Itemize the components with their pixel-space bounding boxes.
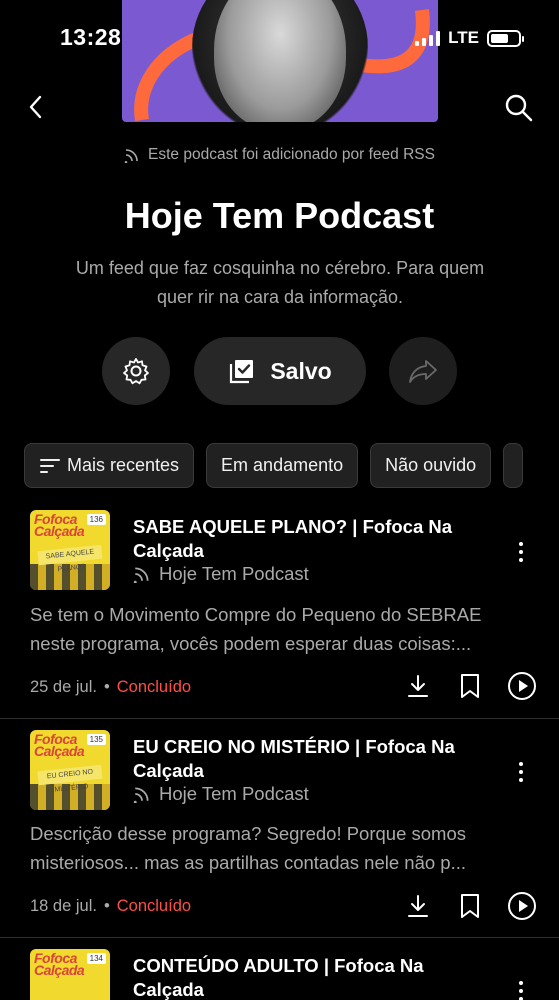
- filter-chip-recent[interactable]: Mais recentes: [24, 443, 195, 488]
- episode-channel: Hoje Tem Podcast: [133, 563, 309, 585]
- podcast-description: Um feed que faz cosquinha no cérebro. Pa…: [75, 258, 485, 307]
- rss-icon: [133, 787, 149, 803]
- episode-date: 25 de jul.: [30, 678, 97, 696]
- filter-chip-more[interactable]: [503, 443, 524, 488]
- episode-thumbnail: Fofoca Calçada 136 SABE AQUELE PLANO?: [30, 510, 110, 590]
- thumbnail-number: 134: [86, 953, 106, 964]
- settings-button[interactable]: [102, 337, 170, 405]
- filter-chip-label: Mais recentes: [67, 455, 180, 475]
- filter-chip-in-progress[interactable]: Em andamento: [206, 443, 359, 488]
- search-button[interactable]: [503, 92, 535, 124]
- rss-note-text: Este podcast foi adicionado por feed RSS: [148, 146, 435, 163]
- episode-thumbnail: Fofoca Calçada 135 EU CREIO NO MISTÉRIO: [30, 730, 110, 810]
- download-icon: [408, 675, 428, 697]
- filter-chip-label: Não ouvido: [385, 455, 477, 475]
- thumbnail-number: 135: [86, 734, 106, 745]
- save-button[interactable]: [455, 671, 485, 701]
- episode-title[interactable]: EU CREIO NO MISTÉRIO | Fofoca Na Calçada: [133, 735, 493, 783]
- download-button[interactable]: [403, 891, 433, 921]
- save-button[interactable]: [455, 891, 485, 921]
- episode-item[interactable]: Fofoca Calçada 136 SABE AQUELE PLANO? SA…: [0, 510, 559, 718]
- saved-label: Salvo: [270, 357, 332, 384]
- episode-thumbnail: Fofoca Calçada 134: [30, 949, 110, 1000]
- episode-channel: Hoje Tem Podcast: [133, 783, 309, 805]
- play-button[interactable]: [507, 891, 537, 921]
- episode-actions: [403, 671, 537, 701]
- download-button[interactable]: [403, 671, 433, 701]
- status-indicators: LTE: [415, 28, 524, 48]
- rss-icon: [124, 149, 138, 163]
- filter-chip-label: Em andamento: [221, 455, 344, 475]
- status-bar: 13:28 LTE: [0, 0, 559, 75]
- more-options-icon[interactable]: [511, 537, 531, 567]
- episode-actions: [403, 891, 537, 921]
- bookmark-icon: [461, 674, 479, 698]
- episode-filters: Mais recentes Em andamento Não ouvido: [24, 443, 524, 488]
- episode-description: Descrição desse programa? Segredo! Porqu…: [30, 823, 467, 873]
- episode-divider: [0, 718, 559, 719]
- play-circle-icon: [508, 672, 536, 700]
- signal-icon: [415, 30, 441, 46]
- episode-title[interactable]: CONTEÚDO ADULTO | Fofoca Na Calçada: [133, 954, 493, 1000]
- episode-item[interactable]: Fofoca Calçada 134 CONTEÚDO ADULTO | Fof…: [0, 949, 559, 1000]
- podcast-actions: Salvo: [0, 337, 559, 405]
- play-circle-icon: [508, 892, 536, 920]
- share-icon: [409, 360, 437, 383]
- download-icon: [408, 895, 428, 917]
- back-button[interactable]: [22, 92, 52, 122]
- network-label: LTE: [448, 28, 479, 47]
- episode-status: Concluído: [116, 678, 192, 696]
- sort-icon: [40, 458, 60, 473]
- episode-channel-name: Hoje Tem Podcast: [159, 563, 309, 584]
- status-time: 13:28: [60, 24, 122, 50]
- share-button[interactable]: [389, 337, 457, 405]
- thumbnail-caption: EU CREIO NO MISTÉRIO: [37, 764, 103, 794]
- episode-channel-name: Hoje Tem Podcast: [159, 783, 309, 804]
- filter-chip-unplayed[interactable]: Não ouvido: [370, 443, 492, 488]
- more-options-icon[interactable]: [511, 976, 531, 1000]
- episode-divider: [0, 937, 559, 938]
- episode-meta: 18 de jul. • Concluído: [30, 897, 191, 916]
- play-button[interactable]: [507, 671, 537, 701]
- episode-meta: 25 de jul. • Concluído: [30, 678, 191, 697]
- library-check-icon: [230, 360, 254, 384]
- episode-item[interactable]: Fofoca Calçada 135 EU CREIO NO MISTÉRIO …: [0, 730, 559, 938]
- search-icon: [505, 94, 533, 122]
- episode-description: Se tem o Movimento Compre do Pequeno do …: [30, 604, 482, 654]
- episode-date: 18 de jul.: [30, 897, 97, 915]
- more-options-icon[interactable]: [511, 757, 531, 787]
- episode-status: Concluído: [116, 897, 192, 915]
- battery-icon: [487, 29, 524, 47]
- thumbnail-caption: SABE AQUELE PLANO?: [37, 544, 103, 573]
- rss-feed-note: Este podcast foi adicionado por feed RSS: [0, 146, 559, 164]
- episode-title[interactable]: SABE AQUELE PLANO? | Fofoca Na Calçada: [133, 515, 493, 563]
- podcast-title: Hoje Tem Podcast: [124, 195, 435, 236]
- bookmark-icon: [461, 894, 479, 918]
- thumbnail-number: 136: [86, 514, 106, 525]
- saved-button[interactable]: Salvo: [194, 337, 366, 405]
- chevron-left-icon: [29, 95, 42, 119]
- rss-icon: [133, 567, 149, 583]
- meta-separator: •: [103, 897, 110, 915]
- gear-icon: [123, 358, 149, 385]
- meta-separator: •: [103, 678, 110, 696]
